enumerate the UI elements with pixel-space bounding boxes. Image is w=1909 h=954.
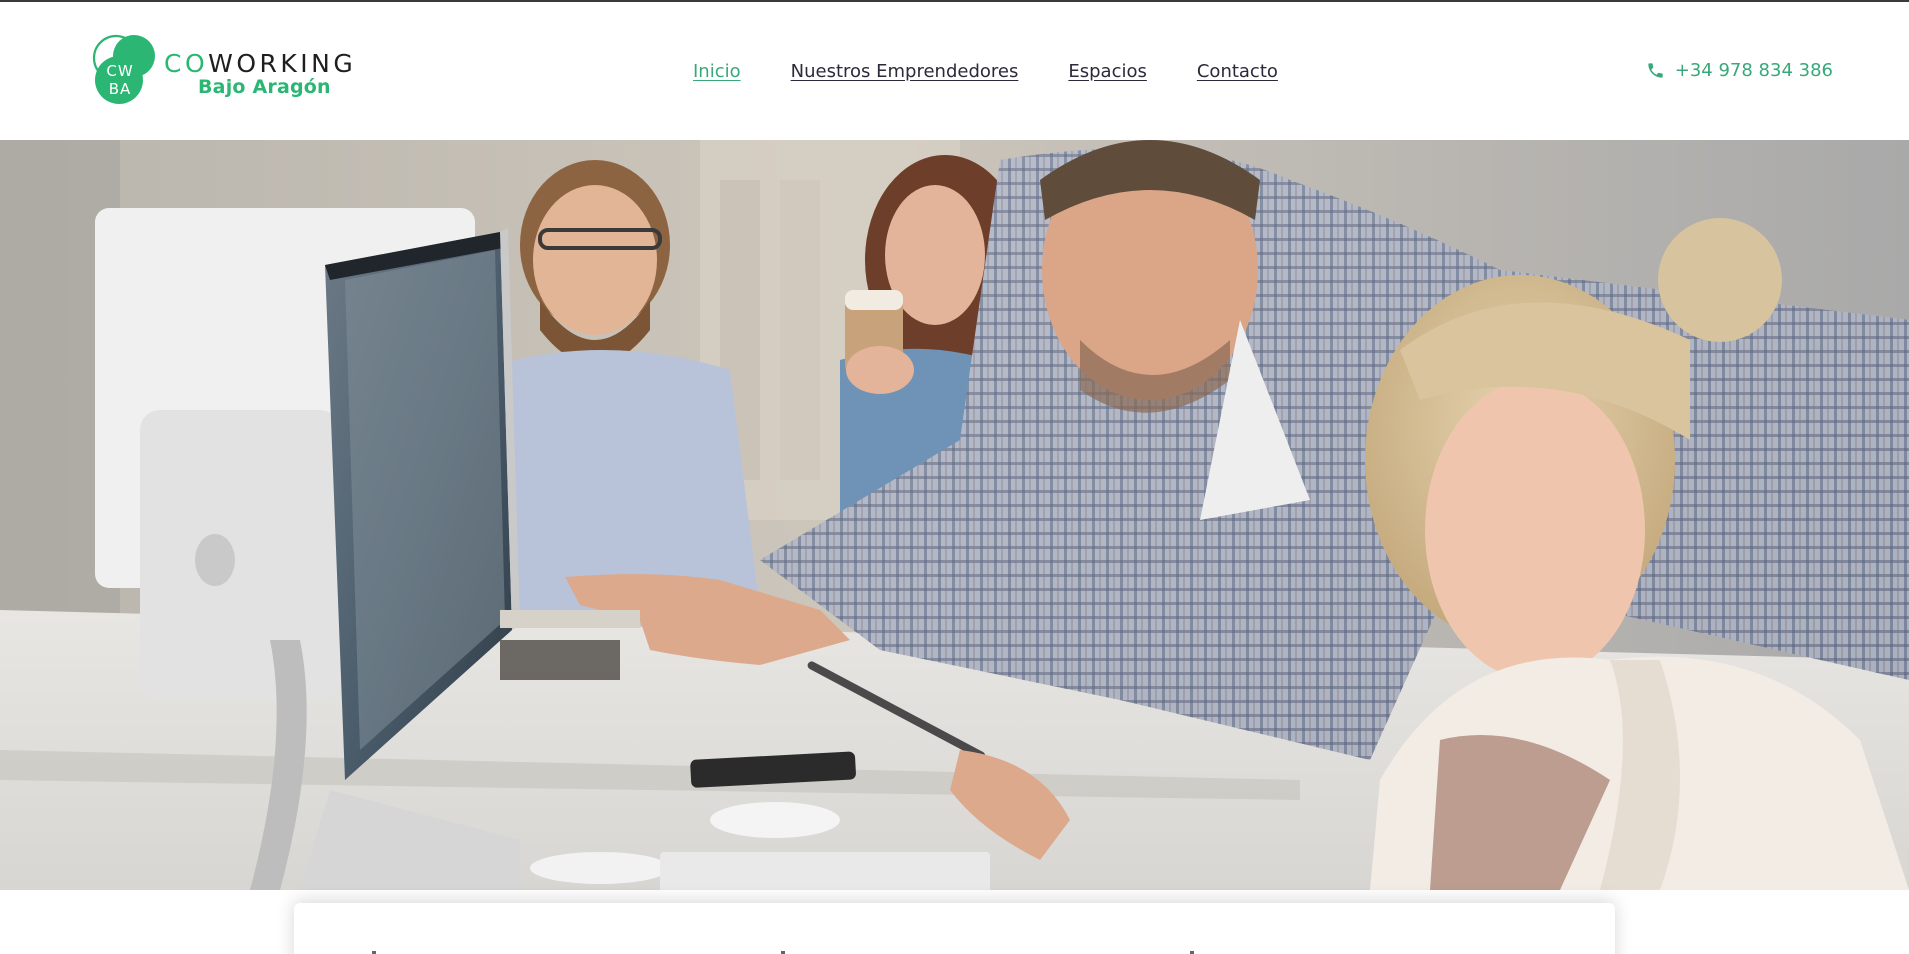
logo-wordmark: COWORKING — [164, 49, 356, 78]
main-nav: Inicio Nuestros Emprendedores Espacios C… — [693, 59, 1278, 85]
logo-wordmark-accent: CO — [164, 49, 209, 78]
nav-item-nuestros-emprendedores[interactable]: Nuestros Emprendedores — [791, 59, 1019, 85]
logo-monogram-bottom: BA — [109, 80, 132, 98]
site-header: CW BA COWORKING Bajo Aragón Inicio Nuest… — [0, 2, 1909, 140]
phone-link[interactable]: +34 978 834 386 — [1646, 60, 1833, 81]
phone-number: +34 978 834 386 — [1674, 60, 1833, 81]
nav-item-inicio[interactable]: Inicio — [693, 59, 741, 85]
hero-image — [0, 140, 1909, 890]
phone-icon — [1648, 63, 1663, 78]
logo-link[interactable]: CW BA COWORKING Bajo Aragón — [88, 32, 353, 108]
logo-wordmark-rest: WORKING — [208, 49, 357, 78]
feature-card — [294, 903, 1615, 954]
logo-mark-icon: CW BA — [92, 34, 155, 104]
logo-subtitle: Bajo Aragón — [198, 76, 331, 98]
logo-monogram-top: CW — [106, 62, 133, 80]
nav-item-contacto[interactable]: Contacto — [1197, 59, 1278, 85]
hero-banner — [0, 140, 1909, 890]
nav-item-espacios[interactable]: Espacios — [1068, 59, 1147, 85]
